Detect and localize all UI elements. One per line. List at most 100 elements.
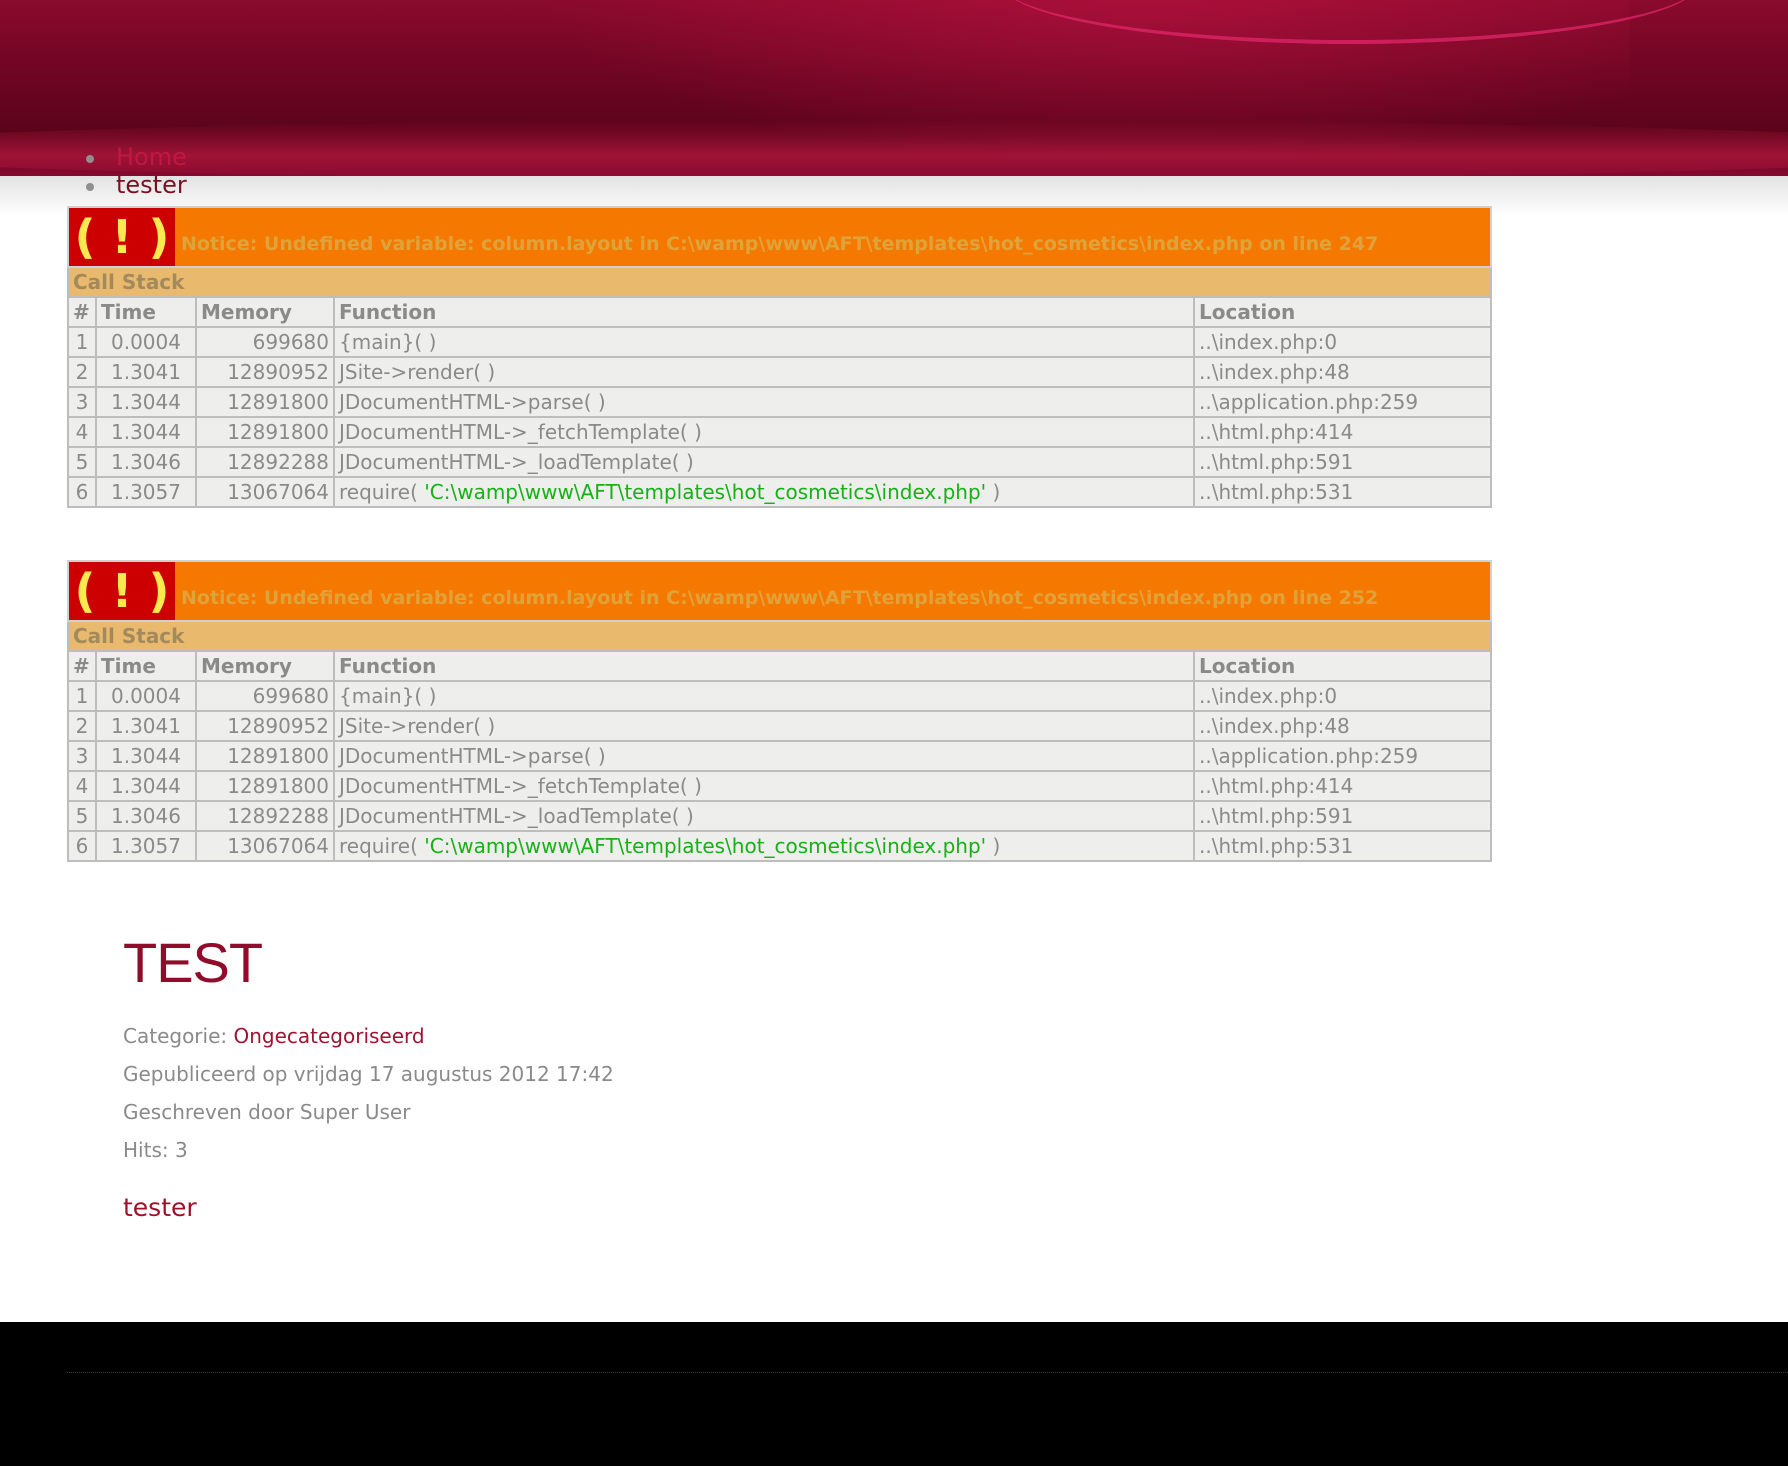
cell-number: 3 xyxy=(67,386,97,418)
cell-memory: 12891800 xyxy=(195,740,335,772)
cell-number: 6 xyxy=(67,830,97,862)
cell-location: ..\index.php:0 xyxy=(1193,326,1492,358)
cell-function: {main}( ) xyxy=(333,326,1195,358)
cell-memory: 12891800 xyxy=(195,416,335,448)
article-header: TEST xyxy=(123,930,263,995)
cell-function: require( 'C:\wamp\www\AFT\templates\hot_… xyxy=(333,830,1195,862)
table-row: 3 1.3044 12891800 JDocumentHTML->parse( … xyxy=(67,740,1492,772)
cell-location: ..\html.php:414 xyxy=(1193,416,1492,448)
menu-item-tester[interactable]: tester xyxy=(86,171,187,199)
cell-time: 1.3044 xyxy=(95,416,197,448)
error-notice-header: ( ! ) Notice: Undefined variable: column… xyxy=(67,560,1492,622)
xdebug-error-table: ( ! ) Notice: Undefined variable: column… xyxy=(67,206,1492,508)
cell-function: JDocumentHTML->_loadTemplate( ) xyxy=(333,800,1195,832)
cell-number: 5 xyxy=(67,800,97,832)
cell-number: 5 xyxy=(67,446,97,478)
article-published-date: Gepubliceerd op vrijdag 17 augustus 2012… xyxy=(123,1062,614,1086)
function-close: ) xyxy=(986,480,1001,504)
cell-function: JDocumentHTML->_fetchTemplate( ) xyxy=(333,770,1195,802)
table-row: 1 0.0004 699680 {main}( ) ..\index.php:0 xyxy=(67,326,1492,358)
function-name: JDocumentHTML->_fetchTemplate( ) xyxy=(339,420,702,444)
function-name: JDocumentHTML->_loadTemplate( ) xyxy=(339,804,694,828)
cell-function: JDocumentHTML->_fetchTemplate( ) xyxy=(333,416,1195,448)
cell-location: ..\html.php:591 xyxy=(1193,446,1492,478)
header-swoosh xyxy=(0,120,1788,176)
cell-memory: 699680 xyxy=(195,680,335,712)
cell-location: ..\application.php:259 xyxy=(1193,386,1492,418)
cell-memory: 12891800 xyxy=(195,770,335,802)
cell-location: ..\html.php:414 xyxy=(1193,770,1492,802)
site-footer xyxy=(0,1322,1788,1466)
category-link[interactable]: Ongecategoriseerd xyxy=(233,1024,424,1048)
column-header-location: Location xyxy=(1193,650,1492,682)
table-row: 6 1.3057 13067064 require( 'C:\wamp\www\… xyxy=(67,476,1492,508)
cell-time: 1.3044 xyxy=(95,770,197,802)
cell-function: {main}( ) xyxy=(333,680,1195,712)
column-header-time: Time xyxy=(95,296,197,328)
table-row: 4 1.3044 12891800 JDocumentHTML->_fetchT… xyxy=(67,770,1492,802)
function-name: require( xyxy=(339,480,425,504)
table-row: 5 1.3046 12892288 JDocumentHTML->_loadTe… xyxy=(67,446,1492,478)
column-header-location: Location xyxy=(1193,296,1492,328)
article-title: TEST xyxy=(123,931,263,994)
cell-location: ..\index.php:0 xyxy=(1193,680,1492,712)
cell-time: 1.3046 xyxy=(95,446,197,478)
error-message: Notice: Undefined variable: column.layou… xyxy=(181,587,1379,609)
column-header-function: Function xyxy=(333,296,1195,328)
cell-function: JSite->render( ) xyxy=(333,356,1195,388)
menu-item-label[interactable]: tester xyxy=(116,171,187,199)
column-header-time: Time xyxy=(95,650,197,682)
function-name: JDocumentHTML->parse( ) xyxy=(339,390,606,414)
cell-number: 2 xyxy=(67,356,97,388)
cell-memory: 13067064 xyxy=(195,830,335,862)
cell-memory: 13067064 xyxy=(195,476,335,508)
cell-function: JDocumentHTML->parse( ) xyxy=(333,386,1195,418)
error-icon: ( ! ) xyxy=(69,208,175,266)
menu-item-home[interactable]: Home xyxy=(86,143,187,171)
error-notice-header: ( ! ) Notice: Undefined variable: column… xyxy=(67,206,1492,268)
function-name: JDocumentHTML->_loadTemplate( ) xyxy=(339,450,694,474)
cell-location: ..\index.php:48 xyxy=(1193,710,1492,742)
function-name: {main}( ) xyxy=(339,684,437,708)
article-body: tester xyxy=(123,1193,197,1222)
cell-memory: 12890952 xyxy=(195,356,335,388)
table-row: 1 0.0004 699680 {main}( ) ..\index.php:0 xyxy=(67,680,1492,712)
callstack-title: Call Stack xyxy=(67,266,1492,298)
cell-time: 1.3044 xyxy=(95,740,197,772)
callstack-title: Call Stack xyxy=(67,620,1492,652)
cell-memory: 12892288 xyxy=(195,446,335,478)
error-icon: ( ! ) xyxy=(69,562,175,620)
function-argument: 'C:\wamp\www\AFT\templates\hot_cosmetics… xyxy=(424,834,987,858)
cell-number: 6 xyxy=(67,476,97,508)
cell-time: 1.3044 xyxy=(95,386,197,418)
cell-memory: 12890952 xyxy=(195,710,335,742)
function-argument: 'C:\wamp\www\AFT\templates\hot_cosmetics… xyxy=(424,480,987,504)
cell-time: 1.3041 xyxy=(95,356,197,388)
column-header-memory: Memory xyxy=(195,650,335,682)
cell-number: 3 xyxy=(67,740,97,772)
cell-function: require( 'C:\wamp\www\AFT\templates\hot_… xyxy=(333,476,1195,508)
site-header xyxy=(0,0,1788,176)
cell-number: 1 xyxy=(67,326,97,358)
cell-location: ..\html.php:591 xyxy=(1193,800,1492,832)
cell-number: 4 xyxy=(67,770,97,802)
cell-time: 1.3041 xyxy=(95,710,197,742)
table-row: 2 1.3041 12890952 JSite->render( ) ..\in… xyxy=(67,356,1492,388)
column-header-memory: Memory xyxy=(195,296,335,328)
function-name: JSite->render( ) xyxy=(339,714,496,738)
cell-time: 0.0004 xyxy=(95,680,197,712)
footer-divider xyxy=(67,1372,1788,1373)
cell-number: 2 xyxy=(67,710,97,742)
menu-item-label[interactable]: Home xyxy=(116,143,187,171)
table-row: 4 1.3044 12891800 JDocumentHTML->_fetchT… xyxy=(67,416,1492,448)
cell-memory: 699680 xyxy=(195,326,335,358)
column-header-number: # xyxy=(67,296,97,328)
cell-number: 4 xyxy=(67,416,97,448)
cell-location: ..\index.php:48 xyxy=(1193,356,1492,388)
function-close: ) xyxy=(986,834,1001,858)
cell-time: 1.3046 xyxy=(95,800,197,832)
table-row: 2 1.3041 12890952 JSite->render( ) ..\in… xyxy=(67,710,1492,742)
article-category: Categorie: Ongecategoriseerd xyxy=(123,1024,425,1048)
column-header-function: Function xyxy=(333,650,1195,682)
table-row: 3 1.3044 12891800 JDocumentHTML->parse( … xyxy=(67,386,1492,418)
